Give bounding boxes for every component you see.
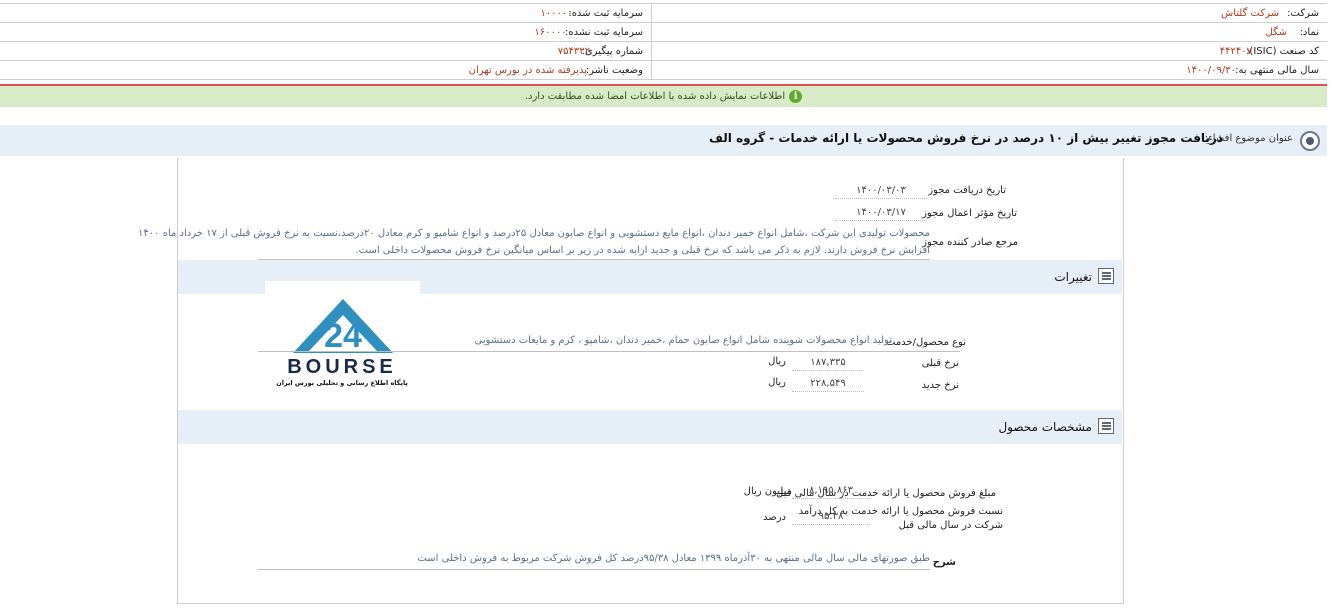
symbol-value[interactable]: شگل bbox=[1266, 23, 1287, 42]
new-rate-label: نرخ جدید bbox=[921, 380, 959, 391]
company-header: شرکت: شرکت گلتاش سرمایه ثبت شده: ۱۰۰۰۰۰۰… bbox=[0, 3, 1327, 80]
symbol-label: نماد: bbox=[1299, 27, 1319, 38]
tracking-label: شماره پیگیری: bbox=[581, 46, 643, 57]
header-row-3: کد صنعت (ISIC): ۴۴۲۴۰۷ شماره پیگیری: ۷۵۴… bbox=[0, 42, 1327, 61]
svg-text:24: 24 bbox=[324, 317, 362, 355]
company-value[interactable]: شرکت گلتاش bbox=[1221, 4, 1279, 23]
ratio-unit: درصد bbox=[762, 512, 786, 523]
bourse24-logo-graphic: 24 BOURSE پایگاه اطلاع رسانی و تحلیلی بو… bbox=[276, 299, 408, 387]
status-value: پذیرفته شده در بورس تهران bbox=[468, 65, 587, 76]
isic-label: کد صنعت (ISIC): bbox=[1246, 46, 1319, 57]
edit-icon bbox=[1098, 418, 1114, 434]
page-title: دریافت مجوز تغییر بیش از ۱۰ درصد در نرخ … bbox=[709, 131, 1223, 145]
product-type-value: تولید انواع محصولات شوینده شامل انواع صا… bbox=[474, 335, 892, 346]
svg-text:BOURSE: BOURSE bbox=[287, 356, 397, 378]
signature-notice: iاطلاعات نمایش داده شده با اطلاعات امضا … bbox=[0, 86, 1327, 107]
effective-date-value: ۱۴۰۰/۰۳/۱۷ bbox=[835, 204, 927, 221]
effective-date-label: تاریخ مؤثر اعمال مجوز bbox=[922, 208, 1017, 219]
info-icon: i bbox=[789, 89, 803, 103]
status-label: وضعیت ناشر: bbox=[585, 65, 643, 76]
fiscal-value: ۱۴۰۰/۰۹/۳۰ bbox=[1186, 65, 1236, 76]
product-section-header: مشخصات محصول bbox=[178, 410, 1122, 444]
description-underline bbox=[258, 569, 930, 570]
new-rate-unit: ریال bbox=[768, 377, 786, 388]
edit-icon bbox=[1098, 268, 1114, 284]
issuer-label: مرجع صادر کننده مجوز bbox=[922, 237, 1018, 248]
receive-date-label: تاریخ دریافت مجوز bbox=[928, 185, 1006, 196]
new-rate-value: ۲۲۸,۵۴۹ bbox=[792, 375, 864, 392]
old-rate-value: ۱۸۷,۳۳۵ bbox=[792, 354, 864, 371]
old-rate-label: نرخ قبلی bbox=[921, 358, 959, 369]
bourse24-logo: 24 BOURSE پایگاه اطلاع رسانی و تحلیلی بو… bbox=[265, 281, 420, 397]
fiscal-label: سال مالی منتهی به: bbox=[1235, 65, 1319, 76]
header-divider bbox=[651, 3, 652, 79]
product-type-underline bbox=[258, 351, 960, 352]
description-value: طبق صورتهای مالی سال مالی منتهی به ۳۰آذر… bbox=[417, 553, 930, 564]
issuer-text-line-2: افزایش نرخ فروش دارند. لازم به ذکر می با… bbox=[355, 245, 930, 256]
reg-capital-value: ۱۰۰۰۰۰۰ bbox=[540, 8, 578, 19]
reg-capital-label: سرمایه ثبت شده: bbox=[568, 8, 643, 19]
unreg-capital-value: ۱۶۰۰۰۰۰ bbox=[534, 27, 572, 38]
sales-value: ۸,۱۹۵,۸۶۳ bbox=[792, 482, 870, 499]
sales-unit: میلیون ریال bbox=[743, 486, 792, 497]
tracking-value: ۷۵۴۳۲۲ bbox=[557, 46, 590, 57]
notice-text: اطلاعات نمایش داده شده با اطلاعات امضا ش… bbox=[524, 91, 786, 102]
product-type-label: نوع محصول/خدمت bbox=[886, 337, 966, 348]
disclosure-title-bar: عنوان موضوع افشاء: دریافت مجوز تغییر بیش… bbox=[0, 125, 1327, 156]
changes-section-title: تغییرات bbox=[1054, 270, 1092, 284]
target-icon bbox=[1300, 131, 1320, 151]
unreg-capital-label: سرمایه ثبت نشده: bbox=[565, 27, 643, 38]
old-rate-unit: ریال bbox=[768, 356, 786, 367]
header-row-1: شرکت: شرکت گلتاش سرمایه ثبت شده: ۱۰۰۰۰۰۰ bbox=[0, 4, 1327, 23]
ratio-label-line-2: شرکت در سال مالی قبل bbox=[898, 520, 1003, 531]
header-row-4: سال مالی منتهی به: ۱۴۰۰/۰۹/۳۰ وضعیت ناشر… bbox=[0, 61, 1327, 80]
description-label: شرح bbox=[932, 557, 956, 568]
ratio-value: ۹۵.۳۸ bbox=[792, 508, 870, 525]
product-section-title: مشخصات محصول bbox=[998, 420, 1092, 434]
receive-date-value: ۱۴۰۰/۰۳/۰۳ bbox=[835, 182, 927, 199]
header-row-2: نماد: شگل سرمایه ثبت نشده: ۱۶۰۰۰۰۰ bbox=[0, 23, 1327, 42]
company-label: شرکت: bbox=[1287, 8, 1319, 19]
isic-value: ۴۴۲۴۰۷ bbox=[1219, 46, 1252, 57]
issuer-text-line-1: محصولات تولیدی این شرکت ،شامل انواع خمیر… bbox=[138, 228, 930, 239]
svg-text:پایگاه اطلاع رسانی و تحلیلی بو: پایگاه اطلاع رسانی و تحلیلی بورس ایران bbox=[276, 379, 408, 387]
